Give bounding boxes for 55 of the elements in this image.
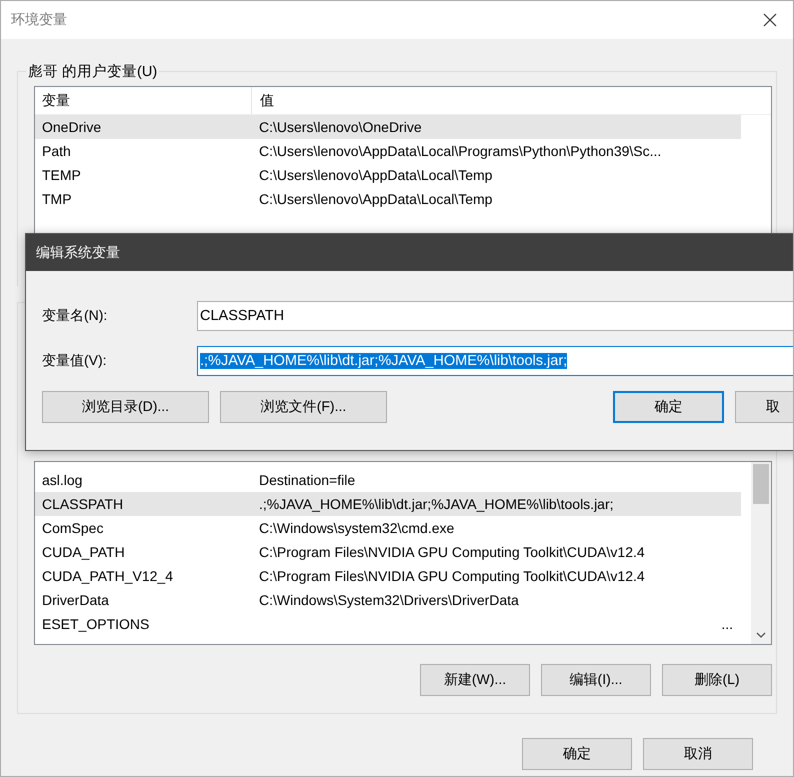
variable-name: CLASSPATH bbox=[41, 496, 124, 512]
variable-name: DriverData bbox=[41, 592, 110, 608]
input-field[interactable]: .;%JAVA_HOME%\lib\dt.jar;%JAVA_HOME%\lib\tools.jar; bbox=[197, 346, 793, 376]
list-row[interactable]: ComSpec C:\Windows\system32\cmd.exe bbox=[35, 516, 741, 540]
variable-name: TMP bbox=[41, 191, 73, 207]
dialog-button[interactable]: 取 bbox=[735, 391, 793, 423]
dialog-button[interactable]: 确定 bbox=[613, 391, 724, 423]
variable-value: C:\Users\lenovo\AppData\Local\Temp bbox=[258, 191, 494, 207]
action-button[interactable]: 编辑(I)... bbox=[541, 664, 651, 696]
scrollbar[interactable] bbox=[751, 462, 771, 644]
list-row[interactable]: DriverData C:\Windows\System32\Drivers\DriverData bbox=[35, 588, 741, 612]
variable-name: ComSpec bbox=[41, 520, 104, 536]
list-row[interactable]: CLASSPATH .;%JAVA_HOME%\lib\dt.jar;%JAVA_HOME%\lib\tools.jar; bbox=[35, 492, 741, 516]
close-icon[interactable] bbox=[763, 13, 777, 27]
list-row[interactable]: TEMP C:\Users\lenovo\AppData\Local\Temp bbox=[35, 163, 741, 187]
column-header[interactable]: 值 bbox=[252, 92, 771, 110]
variable-name: CUDA_PATH bbox=[41, 544, 126, 560]
variable-value: C:\Windows\System32\Drivers\DriverData bbox=[258, 592, 520, 608]
window-title: 环境变量 bbox=[11, 11, 67, 29]
variable-name: asl.log bbox=[41, 472, 84, 488]
variable-name: TEMP bbox=[41, 167, 82, 183]
variable-value: C:\Users\lenovo\AppData\Local\Programs\Python\Python39\Sc... bbox=[258, 143, 662, 159]
variable-value: C:\Program Files\NVIDIA GPU Computing Toolkit\CUDA\v12.4 bbox=[258, 568, 646, 584]
column-header[interactable]: 变量 bbox=[35, 87, 252, 114]
dialog-button[interactable]: 确定 bbox=[522, 738, 632, 770]
variable-value: ... bbox=[720, 616, 734, 632]
variable-value: C:\Users\lenovo\OneDrive bbox=[258, 119, 423, 135]
input-field[interactable]: CLASSPATH bbox=[197, 301, 793, 331]
list-row[interactable]: CUDA_PATH C:\Program Files\NVIDIA GPU Computing Toolkit\CUDA\v12.4 bbox=[35, 540, 741, 564]
scrollbar-thumb[interactable] bbox=[753, 464, 769, 504]
browse-button[interactable]: 浏览目录(D)... bbox=[42, 391, 209, 423]
field-label: 变量值(V): bbox=[42, 352, 108, 370]
browse-button[interactable]: 浏览文件(F)... bbox=[220, 391, 387, 423]
chevron-down-icon[interactable] bbox=[756, 632, 766, 638]
variable-value: Destination=file bbox=[258, 472, 356, 488]
variable-value: C:\Users\lenovo\AppData\Local\Temp bbox=[258, 167, 494, 183]
variable-name: OneDrive bbox=[41, 119, 102, 135]
group-label: 彪哥 的用户变量(U) bbox=[26, 62, 160, 81]
variable-value: .;%JAVA_HOME%\lib\dt.jar;%JAVA_HOME%\lib\tools.jar; bbox=[258, 496, 615, 512]
action-button[interactable]: 删除(L) bbox=[662, 664, 772, 696]
list-row[interactable]: CUDA_PATH_V12_4 C:\Program Files\NVIDIA GPU Computing Toolkit\CUDA\v12.4 bbox=[35, 564, 741, 588]
dialog-button[interactable]: 取消 bbox=[643, 738, 753, 770]
variable-name: ESET_OPTIONS bbox=[41, 616, 150, 632]
list-row[interactable]: asl.log Destination=file bbox=[35, 468, 741, 492]
variable-name: CUDA_PATH_V12_4 bbox=[41, 568, 174, 584]
variable-value: C:\Program Files\NVIDIA GPU Computing Toolkit\CUDA\v12.4 bbox=[258, 544, 646, 560]
list-row[interactable]: OneDrive C:\Users\lenovo\OneDrive bbox=[35, 115, 741, 139]
dialog-title: 编辑系统变量 bbox=[36, 244, 120, 262]
variable-name: Path bbox=[41, 143, 72, 159]
variable-value: C:\Windows\system32\cmd.exe bbox=[258, 520, 456, 536]
list-row[interactable]: ESET_OPTIONS ... bbox=[35, 612, 741, 636]
action-button[interactable]: 新建(W)... bbox=[420, 664, 530, 696]
field-label: 变量名(N): bbox=[42, 307, 108, 325]
list-row[interactable]: Path C:\Users\lenovo\AppData\Local\Programs\Python\Python39\Sc... bbox=[35, 139, 741, 163]
list-row[interactable]: TMP C:\Users\lenovo\AppData\Local\Temp bbox=[35, 187, 741, 211]
